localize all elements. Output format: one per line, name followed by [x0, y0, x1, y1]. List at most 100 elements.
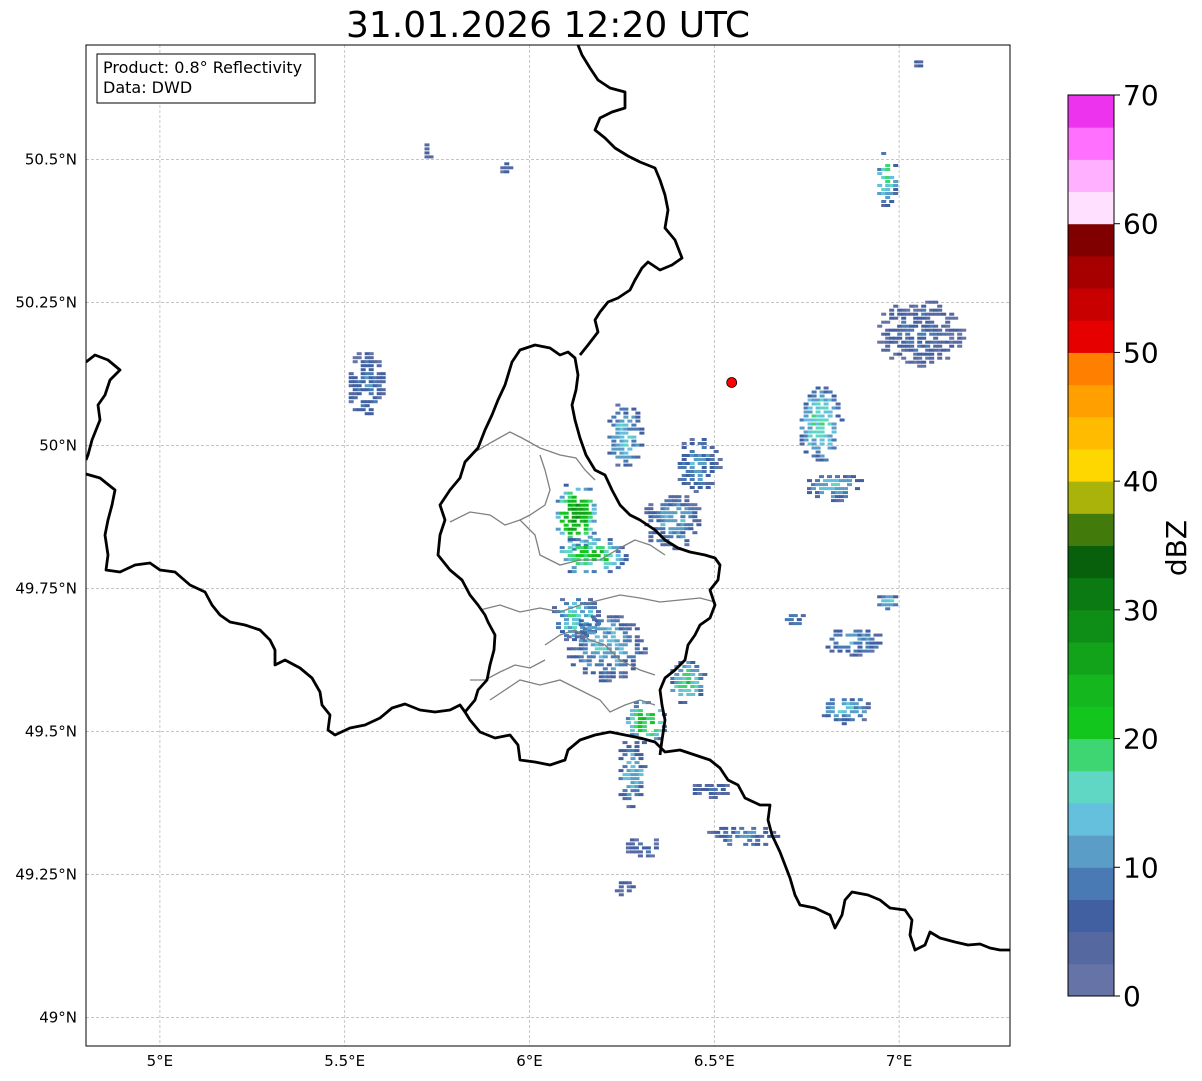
precip-pixel: [680, 535, 686, 539]
precip-pixel: [815, 410, 821, 414]
precip-pixel: [843, 487, 848, 491]
precip-pixel: [885, 188, 891, 191]
precip-pixel: [631, 435, 637, 439]
precip-pixel: [623, 423, 629, 427]
precip-pixel: [508, 166, 514, 170]
precip-pixel: [857, 653, 863, 657]
radar-site-marker: [726, 377, 738, 388]
precip-pixel: [591, 503, 597, 507]
precip-pixel: [649, 854, 655, 858]
lat-tick-label: 49°N: [39, 1008, 77, 1026]
precip-pixel: [835, 402, 841, 406]
precip-pixel: [590, 631, 596, 635]
precip-pixel: [653, 838, 659, 842]
precip-pixel: [555, 515, 561, 519]
precip-pixel: [592, 602, 597, 606]
precip-pixel: [583, 507, 589, 511]
precip-pixel: [368, 364, 374, 368]
precip-pixel: [720, 788, 726, 791]
precip-pixel: [723, 830, 729, 834]
radar-map: 5°E 5.5°E 6°E 6.5°E 7°E 50.5°N 50.25°N 50°N 49.…: [15, 44, 1193, 1070]
precip-pixel: [705, 474, 711, 477]
precip-pixel: [619, 419, 625, 423]
precip-pixel: [873, 645, 879, 649]
precip-pixel: [583, 550, 589, 554]
precip-pixel: [811, 487, 816, 491]
precip-pixel: [897, 336, 903, 340]
precip-pixel: [689, 462, 695, 465]
precip-pixel: [885, 204, 891, 207]
precip-pixel: [672, 511, 678, 515]
precip-pixel: [630, 623, 636, 627]
precip-pixel: [893, 192, 899, 195]
precip-pixel: [743, 842, 749, 846]
precip-pixel: [865, 633, 871, 637]
precip-pixel: [849, 718, 855, 722]
precip-pixel: [660, 523, 666, 527]
precip-pixel: [701, 442, 707, 445]
colorbar-tick-label: 30: [1123, 594, 1159, 627]
precip-pixel: [909, 336, 915, 340]
precip-pixel: [591, 542, 597, 546]
precip-pixel: [634, 749, 640, 753]
precip-pixel: [921, 332, 927, 336]
precip-pixel: [819, 438, 825, 442]
precip-pixel: [837, 649, 843, 653]
precip-pixel: [857, 629, 863, 633]
precip-pixel: [865, 702, 871, 706]
precip-pixel: [564, 618, 569, 622]
precip-pixel: [630, 757, 636, 761]
precip-pixel: [664, 507, 670, 511]
precip-pixel: [622, 631, 628, 635]
precip-pixel: [638, 639, 644, 643]
precip-pixel: [684, 543, 690, 547]
colorbar-bands: [1068, 95, 1114, 997]
precip-pixel: [855, 487, 860, 491]
precip-pixel: [648, 535, 654, 539]
precip-pixel: [619, 562, 625, 566]
precip-pixel: [606, 663, 612, 667]
precip-pixel: [929, 360, 935, 364]
precip-pixel: [559, 546, 565, 550]
precip-pixel: [835, 406, 841, 410]
precip-pixel: [885, 320, 891, 324]
precip-pixel: [641, 721, 647, 725]
precip-pixel: [735, 830, 741, 834]
precip-pixel: [560, 598, 565, 602]
precip-pixel: [368, 372, 374, 376]
precip-pixel: [598, 619, 604, 623]
colorbar-band: [1068, 706, 1114, 740]
precip-pixel: [694, 669, 700, 672]
lon-tick-label: 7°E: [886, 1052, 913, 1070]
precip-pixel: [626, 745, 632, 749]
precip-pixel: [689, 486, 695, 489]
precip-pixel: [937, 356, 943, 360]
precip-pixel: [845, 649, 851, 653]
precip-pixel: [815, 402, 821, 406]
precip-pixel: [877, 172, 883, 175]
precip-pixel: [591, 511, 597, 515]
precip-pixel: [712, 788, 718, 791]
precip-pixel: [642, 647, 648, 651]
precip-pixel: [606, 643, 612, 647]
precip-pixel: [839, 418, 845, 422]
precip-pixel: [563, 511, 569, 515]
precip-pixel: [504, 170, 510, 174]
precip-pixel: [837, 633, 843, 637]
precip-pixel: [841, 710, 847, 714]
precip-pixel: [588, 610, 593, 614]
precip-pixel: [572, 610, 577, 614]
precip-pixel: [831, 426, 837, 430]
precip-pixel: [660, 527, 666, 531]
precip-pixel: [698, 685, 704, 688]
longitude-axis: 5°E 5.5°E 6°E 6.5°E 7°E: [147, 1052, 913, 1070]
precip-pixel: [819, 475, 824, 479]
precip-pixel: [638, 785, 644, 789]
precip-pixel: [694, 665, 700, 668]
precip-pixel: [348, 372, 354, 376]
precip-pixel: [380, 388, 386, 392]
precip-pixel: [833, 714, 839, 718]
precip-pixel: [368, 392, 374, 396]
precip-pixel: [567, 550, 573, 554]
colorbar-band: [1068, 416, 1114, 450]
